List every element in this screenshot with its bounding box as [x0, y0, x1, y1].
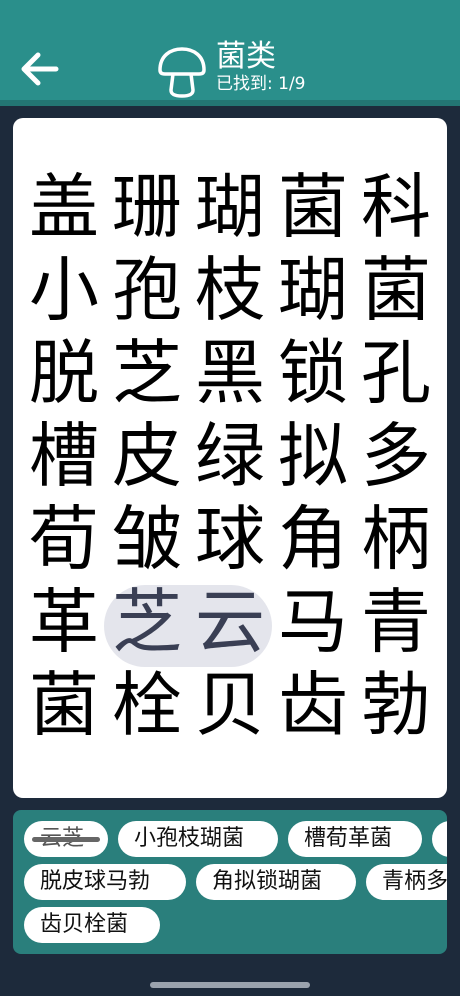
grid-cell[interactable]: 拟	[272, 415, 354, 497]
arrow-left-icon	[21, 52, 59, 86]
word-chip-label: 小孢枝瑚菌	[134, 826, 245, 851]
mushroom-icon	[158, 47, 206, 98]
grid-cell[interactable]: 瑚	[189, 166, 271, 248]
home-indicator	[150, 982, 310, 988]
grid-cell[interactable]: 珊	[106, 166, 188, 248]
word-chip[interactable]	[432, 821, 447, 857]
grid-cell[interactable]: 绿	[189, 415, 271, 497]
word-chip-label: 齿贝栓菌	[40, 912, 129, 937]
grid-cell[interactable]: 角	[272, 498, 354, 580]
word-chip[interactable]: 小孢枝瑚菌	[118, 821, 278, 857]
grid-cell[interactable]: 皱	[106, 498, 188, 580]
strikethrough-mark	[32, 837, 100, 842]
grid-cell[interactable]: 小	[23, 249, 105, 331]
grid-cell[interactable]: 枝	[189, 249, 271, 331]
grid-cell[interactable]: 青	[355, 581, 437, 663]
word-chip[interactable]: 脱皮球马勃	[24, 864, 186, 900]
word-chip-label: 青柄多	[382, 869, 447, 894]
word-chip[interactable]: 角拟锁瑚菌	[196, 864, 356, 900]
grid-cell[interactable]: 球	[189, 498, 271, 580]
grid-cell[interactable]: 栓	[106, 664, 188, 746]
grid-cell[interactable]: 瑚	[272, 249, 354, 331]
grid-cell[interactable]: 孢	[106, 249, 188, 331]
grid-cell[interactable]: 芝	[106, 332, 188, 414]
grid-cell[interactable]: 柄	[355, 498, 437, 580]
grid-cell[interactable]: 齿	[272, 664, 354, 746]
letter-board: 盖珊瑚菌科小孢枝瑚菌脱芝黑锁孔槽皮绿拟多荀皱球角柄革芝云马青菌栓贝齿勃	[13, 118, 447, 798]
word-chip[interactable]: 青柄多	[366, 864, 447, 900]
category-title: 菌类	[216, 39, 276, 74]
grid-cell[interactable]: 贝	[189, 664, 271, 746]
grid-cell[interactable]: 黑	[189, 332, 271, 414]
grid-cell[interactable]: 孔	[355, 332, 437, 414]
word-chip-label: 角拟锁瑚菌	[212, 869, 323, 894]
header-divider	[0, 100, 460, 106]
grid-cell[interactable]: 菌	[355, 249, 437, 331]
found-progress: 已找到: 1/9	[216, 74, 306, 94]
word-chip-label: 槽荀革菌	[304, 826, 393, 851]
word-list: 云芝 小孢枝瑚菌 槽荀革菌脱皮球马勃 角拟锁瑚菌 青柄多齿贝栓菌	[13, 810, 447, 954]
grid-cell[interactable]: 芝	[106, 581, 188, 663]
grid-cell[interactable]: 皮	[106, 415, 188, 497]
grid-cell[interactable]: 革	[23, 581, 105, 663]
grid-cell[interactable]: 盖	[23, 166, 105, 248]
grid-cell[interactable]: 荀	[23, 498, 105, 580]
word-chip[interactable]: 槽荀革菌	[288, 821, 422, 857]
grid-cell[interactable]: 云	[189, 581, 271, 663]
grid-cell[interactable]: 勃	[355, 664, 437, 746]
grid-cell[interactable]: 脱	[23, 332, 105, 414]
back-button[interactable]	[18, 46, 64, 92]
grid-cell[interactable]: 多	[355, 415, 437, 497]
word-chip[interactable]: 齿贝栓菌	[24, 907, 160, 943]
word-chip[interactable]: 云芝	[24, 821, 108, 857]
grid-cell[interactable]: 科	[355, 166, 437, 248]
grid-cell[interactable]: 锁	[272, 332, 354, 414]
word-chip-label: 脱皮球马勃	[40, 869, 151, 894]
top-bar: 菌类 已找到: 1/9	[0, 0, 460, 100]
grid-cell[interactable]: 菌	[272, 166, 354, 248]
grid-cell[interactable]: 马	[272, 581, 354, 663]
grid-cell[interactable]: 菌	[23, 664, 105, 746]
grid-cell[interactable]: 槽	[23, 415, 105, 497]
